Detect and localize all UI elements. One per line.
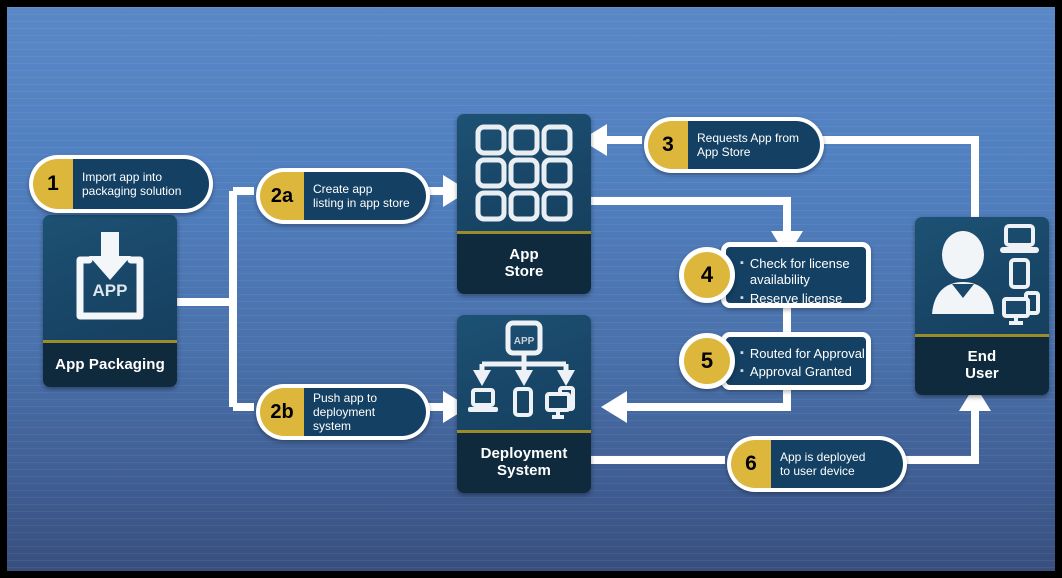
step-callout-1[interactable]: 1 Import app into packaging solution [29,155,213,213]
step-number: 2b [270,400,294,423]
step-number: 6 [745,452,757,475]
step-badge-2a: 2a [260,172,304,220]
step5-bullet-2: ▪ Approval Granted [740,364,856,380]
step-line1: App is deployed [780,449,866,464]
node-label-deployment-system: Deployment System [457,433,591,493]
bullet-line1: Approval Granted [749,364,852,380]
step-box-4: ▪ Check for license availability ▪ Reser… [721,242,871,308]
step-badge-2b: 2b [260,388,304,436]
app-icon-text: APP [93,281,128,300]
node-label-end-user: End User [915,337,1049,395]
bullet-dot-icon: ▪ [740,291,744,304]
wire-enduser-to-step3 [813,136,979,221]
node-label-line1: End [967,348,997,366]
diagram-canvas: APP App Packaging App Store APP Deployme… [0,0,1062,578]
bullet-dot-icon: ▪ [740,347,744,359]
arrowhead-to-deployment-step5 [601,391,627,423]
step-badge-3: 3 [648,121,688,169]
step-callout-2b[interactable]: 2b Push app to deployment system [256,384,430,440]
node-label-line2: User [965,365,999,382]
step-line1: Create app [313,181,373,196]
app-grid-icon [457,114,591,231]
user-devices-icon [915,217,1049,334]
step-text-6: App is deployed to user device [771,440,903,488]
node-label-text: App Packaging [55,355,165,373]
bullet-line1: Check for license [749,256,850,271]
step-callout-5[interactable]: ▪ Routed for Approval ▪ Approval Granted… [679,332,871,390]
node-app-store[interactable]: App Store [457,114,591,294]
wire-step5-to-deployment [627,388,791,411]
step-callout-2a[interactable]: 2a Create app listing in app store [256,168,430,224]
step-line1: Requests App from [697,130,800,145]
step-number: 5 [700,348,714,373]
step-text-2b: Push app to deployment system [304,388,426,436]
step-line1: Import app into [82,169,163,184]
app-icon-text: APP [514,336,535,347]
step-line1: Push app to [313,390,378,405]
step-badge-4: 4 [679,247,735,303]
bullet-line1: Reserve license [749,290,843,306]
step-callout-4[interactable]: ▪ Check for license availability ▪ Reser… [679,242,871,308]
step-callout-3[interactable]: 3 Requests App from App Store [644,117,824,173]
bullet-dot-icon: ▪ [740,365,744,378]
step-number: 3 [662,133,674,156]
node-label-line2: System [497,462,551,479]
wire-appstore-to-step4 [590,197,791,235]
app-distribution-devices-icon: APP [457,315,591,430]
step-text-3: Requests App from App Store [688,121,820,169]
step-number: 4 [700,262,714,287]
node-label-line1: App [509,246,539,264]
step-line2: App Store [697,145,751,159]
step4-bullet-2: ▪ Reserve license [740,291,856,307]
app-download-box-icon: APP [43,215,177,340]
step-badge-6: 6 [731,440,771,488]
node-label-app-packaging: App Packaging [43,343,177,387]
node-label-line2: Store [504,263,544,280]
node-app-packaging[interactable]: APP App Packaging [43,215,177,387]
step5-bullet-1: ▪ Routed for Approval [740,346,865,362]
step-line2: listing in app store [313,196,410,210]
step-number: 1 [47,172,59,195]
bullet-dot-icon: ▪ [740,257,744,269]
node-deployment-system[interactable]: APP Deployment System [457,315,591,493]
node-end-user[interactable]: End User [915,217,1049,395]
step4-bullet-1: ▪ Check for license availability [740,256,856,289]
bullet-line1: Routed for Approval [749,346,865,361]
step-text-1: Import app into packaging solution [73,159,209,209]
node-label-line1: Deployment [480,445,568,463]
step-line2: deployment system [313,404,376,434]
step-line2: packaging solution [82,184,182,198]
wire-step6-to-enduser [895,411,979,464]
step-box-5: ▪ Routed for Approval ▪ Approval Granted [721,332,871,390]
step-text-2a: Create app listing in app store [304,172,426,220]
step-line2: to user device [780,464,855,478]
step-badge-5: 5 [679,333,735,389]
step-callout-6[interactable]: 6 App is deployed to user device [727,436,907,492]
bullet-line2: availability [749,272,810,288]
node-label-app-store: App Store [457,234,591,294]
step-badge-1: 1 [33,159,73,209]
step-number: 2a [270,184,294,207]
